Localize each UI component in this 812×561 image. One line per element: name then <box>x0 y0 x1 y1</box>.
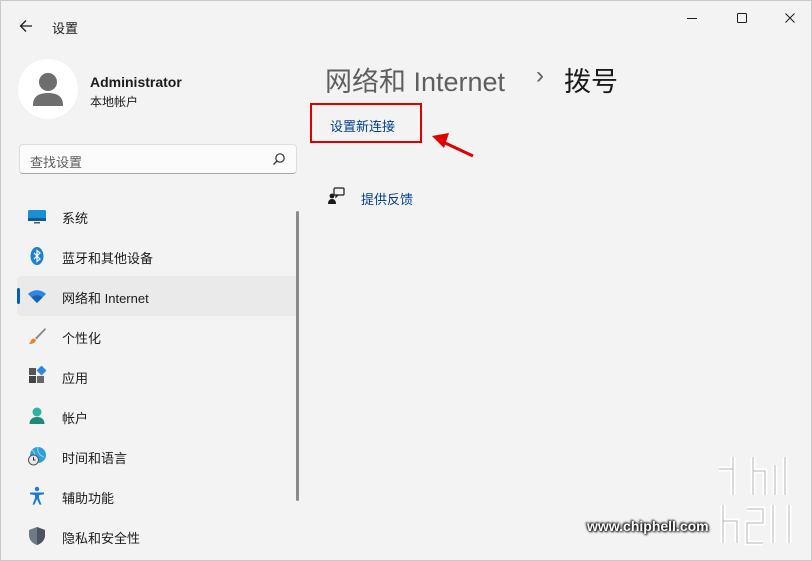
sidebar-item-label: 系统 <box>62 211 89 226</box>
sidebar-nav: 系统 蓝牙和其他设备 网络和 Internet 个性化 应用 帐户 时间和语言 … <box>17 196 297 556</box>
sidebar-item-network[interactable]: 网络和 Internet <box>17 276 297 316</box>
close-icon <box>785 13 795 23</box>
accessibility-icon <box>30 486 44 505</box>
account-type: 本地帐户 <box>90 95 139 109</box>
sidebar-item-apps[interactable]: 应用 <box>17 356 297 396</box>
annotation-arrow-icon <box>432 133 474 158</box>
app-title: 设置 <box>52 21 79 36</box>
feedback-icon <box>328 187 345 204</box>
sidebar-item-label: 帐户 <box>62 411 89 426</box>
sidebar-item-system[interactable]: 系统 <box>17 196 297 236</box>
search-placeholder: 查找设置 <box>30 155 83 170</box>
bluetooth-icon <box>30 247 44 265</box>
maximize-icon <box>737 13 747 23</box>
search-icon <box>273 153 285 165</box>
sidebar-item-privacy[interactable]: 隐私和安全性 <box>17 516 297 556</box>
account-icon <box>29 407 45 424</box>
maximize-button[interactable] <box>719 5 765 31</box>
sidebar-item-accessibility[interactable]: 辅助功能 <box>17 476 297 516</box>
selection-indicator <box>17 288 20 304</box>
avatar[interactable] <box>18 59 78 119</box>
user-silhouette-icon <box>33 73 63 106</box>
minimize-button[interactable] <box>669 5 715 31</box>
sidebar-item-label: 蓝牙和其他设备 <box>62 251 154 266</box>
sidebar-item-label: 个性化 <box>62 331 102 346</box>
back-arrow-icon <box>19 20 32 32</box>
settings-window: 设置 Administrator 本地帐户 查找设置 系统 蓝牙和其他设备 网络… <box>0 0 812 561</box>
watermark-url: www.chiphell.com <box>587 518 709 534</box>
back-button[interactable] <box>13 13 39 39</box>
sidebar-item-label: 网络和 Internet <box>62 291 149 306</box>
feedback-link[interactable]: 提供反馈 <box>361 189 413 208</box>
minimize-icon <box>687 18 697 19</box>
sidebar-item-label: 时间和语言 <box>62 451 128 466</box>
chiphell-logo <box>719 457 792 546</box>
user-name: Administrator <box>90 74 182 90</box>
breadcrumb-parent[interactable]: 网络和 Internet <box>325 60 505 99</box>
new-connection-link[interactable]: 设置新连接 <box>330 116 395 135</box>
sidebar-item-label: 辅助功能 <box>62 491 115 506</box>
sidebar-item-label: 应用 <box>62 371 89 386</box>
sidebar-item-accounts[interactable]: 帐户 <box>17 396 297 436</box>
breadcrumb-separator: › <box>536 62 544 89</box>
sidebar-item-bluetooth[interactable]: 蓝牙和其他设备 <box>17 236 297 276</box>
search-input[interactable]: 查找设置 <box>19 144 297 174</box>
system-display-icon <box>28 210 46 224</box>
close-button[interactable] <box>767 5 811 31</box>
sidebar-item-time-language[interactable]: 时间和语言 <box>17 436 297 476</box>
page-title: 拨号 <box>564 67 618 97</box>
new-connection-highlight: 设置新连接 <box>310 103 422 143</box>
paintbrush-icon <box>29 328 46 345</box>
sidebar-item-label: 隐私和安全性 <box>62 531 141 546</box>
wifi-icon <box>28 290 46 303</box>
sidebar-item-personalization[interactable]: 个性化 <box>17 316 297 356</box>
sidebar-scrollbar[interactable] <box>296 211 299 501</box>
apps-icon <box>29 366 47 383</box>
time-language-icon <box>28 446 46 466</box>
shield-icon <box>29 527 45 545</box>
